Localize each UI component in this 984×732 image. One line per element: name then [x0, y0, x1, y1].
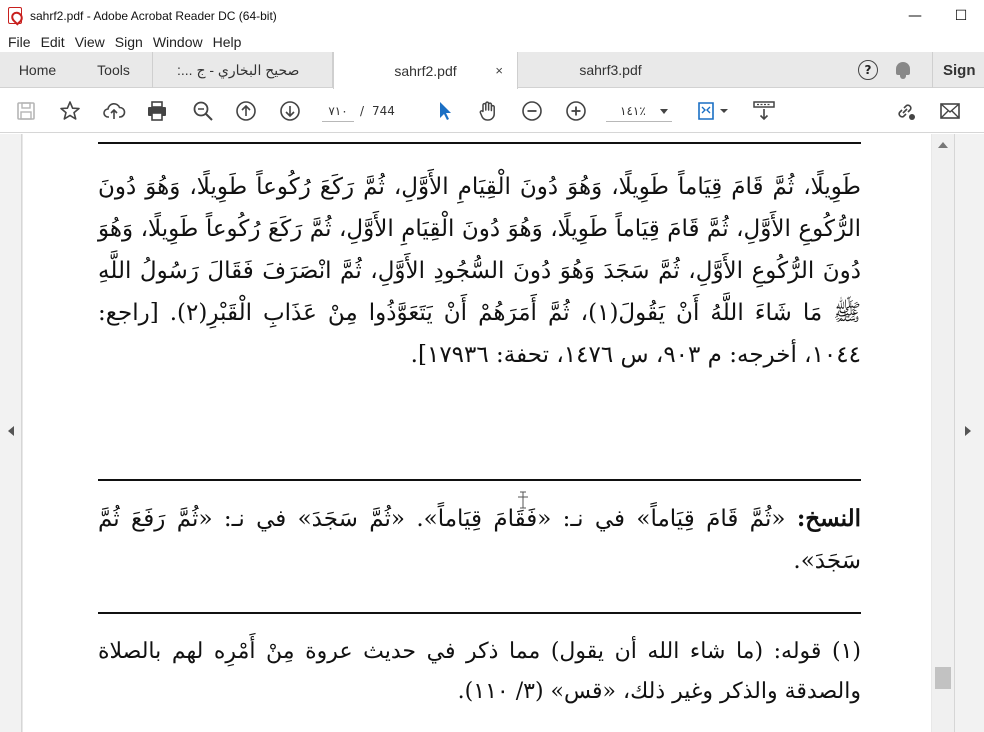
tab-bar-right: ? Sign: [858, 52, 984, 88]
acrobat-pdf-icon: [8, 7, 22, 24]
nuskh-text: «ثُمَّ قَامَ قِيَاماً» في نـ: «فَقَامَ ق…: [98, 506, 861, 574]
previous-page-icon[interactable]: [234, 99, 258, 123]
menu-view[interactable]: View: [70, 34, 110, 50]
window-title: sahrf2.pdf - Adobe Acrobat Reader DC (64…: [30, 8, 277, 23]
hadith-text: طَوِيلًا، ثُمَّ قَامَ قِيَاماً طَوِيلًا،…: [98, 174, 861, 368]
nuskh-label: النسخ:: [796, 505, 862, 532]
window-controls: — ☐: [892, 0, 984, 31]
right-panel-collapsed[interactable]: [954, 134, 984, 732]
section-divider: [98, 479, 861, 481]
bookmark-star-icon[interactable]: [58, 99, 82, 123]
maximize-button[interactable]: ☐: [938, 0, 984, 31]
upload-cloud-icon[interactable]: [102, 99, 126, 123]
tab-document-1[interactable]: صحيح البخاري - ج ...:: [153, 52, 333, 88]
zoom-level-dropdown[interactable]: ١٤١٪: [606, 100, 672, 122]
minimize-button[interactable]: —: [892, 0, 938, 31]
help-icon[interactable]: ?: [858, 60, 878, 80]
menu-file[interactable]: File: [3, 34, 36, 50]
hand-tool-icon[interactable]: [476, 99, 500, 123]
page-number-input[interactable]: ٧١٠: [322, 100, 354, 122]
expand-right-panel-icon[interactable]: [965, 426, 971, 436]
sign-in-button[interactable]: Sign: [932, 52, 984, 88]
menu-edit[interactable]: Edit: [36, 34, 70, 50]
fit-page-icon[interactable]: [696, 99, 732, 123]
scrolling-mode-icon[interactable]: [752, 99, 776, 123]
zoom-out-icon[interactable]: [520, 99, 544, 123]
menu-window[interactable]: Window: [148, 34, 208, 50]
notification-bell-icon[interactable]: [894, 60, 912, 80]
tab-document-2-active[interactable]: sahrf2.pdf ×: [333, 52, 518, 89]
email-envelope-icon[interactable]: [938, 99, 962, 123]
save-icon[interactable]: [14, 99, 38, 123]
document-area: طَوِيلًا، ثُمَّ قَامَ قِيَاماً طَوِيلًا،…: [0, 134, 984, 732]
tab-document-3-label: sahrf3.pdf: [579, 62, 642, 78]
next-page-icon[interactable]: [278, 99, 302, 123]
footnote-text: (١) قوله: (ما شاء الله أن يقول) مما ذكر …: [98, 639, 861, 704]
scrollbar-thumb[interactable]: [935, 667, 951, 689]
tab-document-2-label: sahrf2.pdf: [394, 62, 457, 79]
menu-help[interactable]: Help: [208, 34, 247, 50]
chevron-down-icon: [660, 109, 668, 114]
tab-tools[interactable]: Tools: [75, 52, 153, 88]
page-separator: /: [360, 104, 365, 118]
scroll-up-icon[interactable]: [938, 142, 948, 148]
menu-sign[interactable]: Sign: [110, 34, 148, 50]
title-bar: sahrf2.pdf - Adobe Acrobat Reader DC (64…: [0, 0, 984, 31]
select-cursor-icon[interactable]: [433, 99, 457, 123]
tab-document-3[interactable]: sahrf3.pdf: [518, 52, 703, 88]
page-total: 744: [372, 104, 395, 118]
print-icon[interactable]: [145, 99, 169, 123]
toolbar: ٧١٠ / 744 ١٤١٪: [0, 89, 984, 133]
zoom-level-value: ١٤١٪: [620, 104, 646, 118]
text-cursor-icon: [518, 491, 528, 509]
nuskh-paragraph: النسخ: «ثُمَّ قَامَ قِيَاماً» في نـ: «فَ…: [98, 498, 861, 582]
vertical-scrollbar[interactable]: [932, 134, 954, 732]
left-panel-collapsed[interactable]: [0, 134, 22, 732]
tab-bar: Home Tools صحيح البخاري - ج ...: sahrf2.…: [0, 52, 984, 89]
tab-close-icon[interactable]: ×: [495, 63, 503, 78]
tab-document-1-label: صحيح البخاري - ج ...:: [177, 61, 300, 78]
menu-bar: File Edit View Sign Window Help: [0, 31, 984, 52]
zoom-in-icon[interactable]: [564, 99, 588, 123]
zoom-search-icon[interactable]: [191, 99, 215, 123]
tab-home[interactable]: Home: [0, 52, 75, 88]
expand-left-panel-icon[interactable]: [8, 426, 14, 436]
footnote-divider: [98, 612, 861, 614]
share-link-icon[interactable]: [893, 99, 917, 123]
page-top-rule: [98, 142, 861, 144]
